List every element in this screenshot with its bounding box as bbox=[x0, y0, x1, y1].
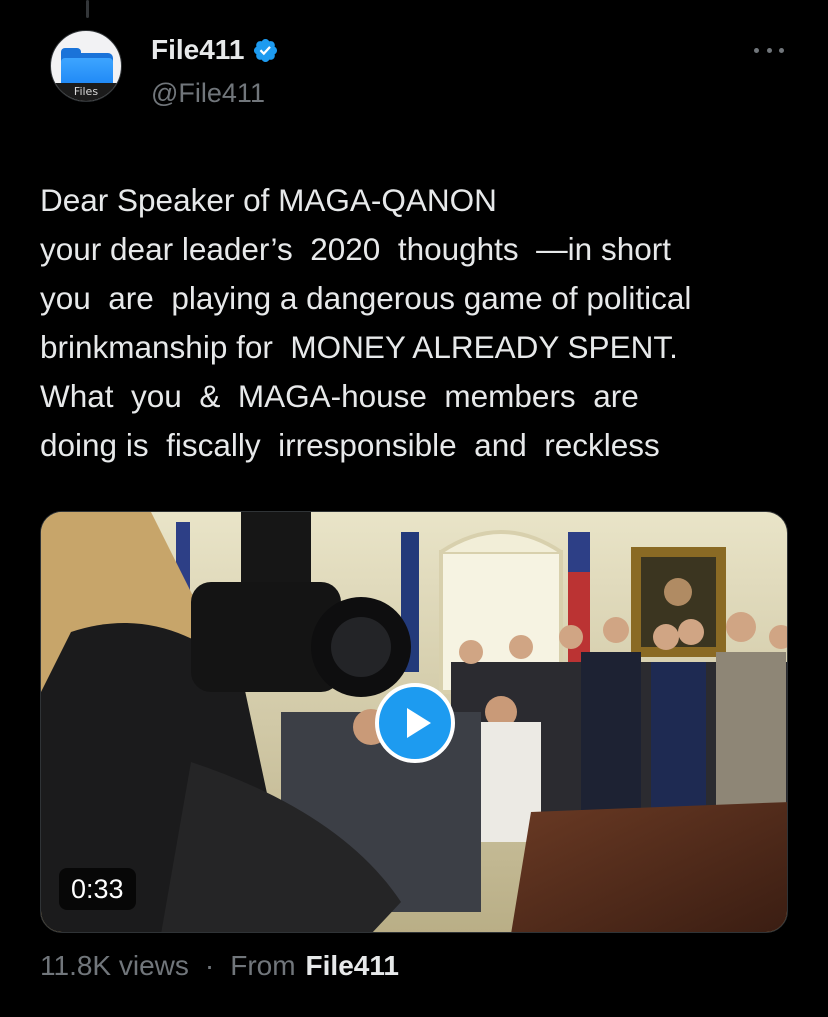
video-player[interactable]: 0:33 bbox=[40, 511, 788, 933]
tweet-text: Dear Speaker of MAGA-QANON your dear lea… bbox=[40, 176, 800, 470]
view-count[interactable]: 11.8K views bbox=[40, 950, 189, 982]
tweet-footer: 11.8K views · From File411 bbox=[40, 950, 399, 982]
tweet-text-line: your dear leader’s 2020 thoughts —in sho… bbox=[40, 231, 671, 267]
video-duration-badge: 0:33 bbox=[59, 868, 136, 910]
tweet-text-line: What you & MAGA-house members are bbox=[40, 378, 639, 414]
tweet-text-line: you are playing a dangerous game of poli… bbox=[40, 280, 692, 316]
footer-separator: · bbox=[204, 950, 215, 981]
tweet-text-line: doing is fiscally irresponsible and reck… bbox=[40, 427, 660, 463]
avatar[interactable]: Files bbox=[50, 30, 122, 102]
tweet-text-line: brinkmanship for MONEY ALREADY SPENT. bbox=[40, 329, 678, 365]
author-display-name[interactable]: File411 bbox=[151, 34, 244, 66]
thread-connector-line bbox=[86, 0, 89, 18]
tweet-detail: Files File411 @File411 Dear Speaker of M… bbox=[0, 0, 828, 1017]
source-account-link[interactable]: File411 bbox=[306, 950, 399, 982]
play-icon bbox=[406, 708, 431, 738]
avatar-app-label: Files bbox=[51, 83, 121, 101]
verified-badge-icon bbox=[254, 38, 278, 62]
play-button[interactable] bbox=[375, 683, 455, 763]
from-label: From bbox=[230, 950, 296, 981]
author-name-row[interactable]: File411 bbox=[151, 34, 279, 66]
tweet-text-line: Dear Speaker of MAGA-QANON bbox=[40, 182, 497, 218]
author-handle[interactable]: @File411 bbox=[151, 78, 265, 109]
more-options-icon[interactable] bbox=[754, 42, 784, 58]
